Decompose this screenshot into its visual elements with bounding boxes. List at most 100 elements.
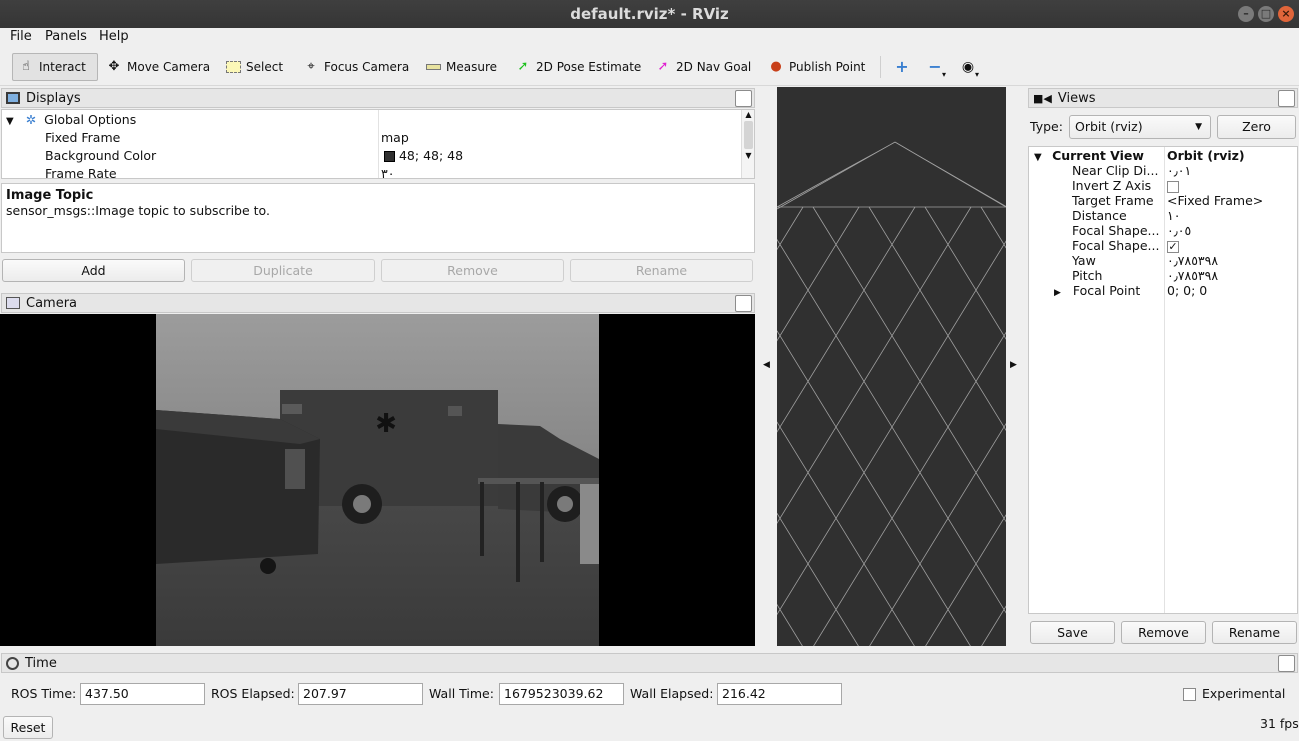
target-frame-value[interactable]: <Fixed Frame>: [1167, 192, 1263, 210]
remove-view-button[interactable]: Remove: [1121, 621, 1206, 644]
grid-line: [588, 206, 860, 648]
reset-button[interactable]: Reset: [3, 716, 53, 739]
render-3d-view[interactable]: [196, 87, 1299, 648]
menu-file[interactable]: File: [10, 29, 32, 44]
minimize-button[interactable]: –: [1238, 6, 1254, 22]
time-float-toggle[interactable]: [1278, 655, 1295, 672]
collapse-left-arrow-icon[interactable]: ◀: [763, 360, 770, 370]
camera-float-toggle[interactable]: [735, 295, 752, 312]
eye-icon: ◉: [961, 59, 975, 75]
column-divider: [378, 110, 379, 178]
column-divider: [1164, 147, 1165, 613]
grid-line: [532, 206, 804, 648]
ros-elapsed-field[interactable]: 207.97: [298, 683, 423, 705]
add-tool-button[interactable]: +: [889, 53, 915, 81]
focus-camera-tool-button[interactable]: ⌖ Focus Camera: [298, 53, 414, 81]
select-label: Select: [246, 60, 284, 74]
move-camera-tool-button[interactable]: ✥ Move Camera: [101, 53, 215, 81]
publish-point-label: Publish Point: [789, 60, 866, 74]
hand-pointer-icon: ☝: [22, 59, 30, 74]
views-title: Views: [1057, 90, 1096, 106]
add-display-button[interactable]: Add: [2, 259, 185, 282]
background-color-text: 48; 48; 48: [398, 148, 464, 163]
description-box: Image Topic sensor_msgs::Image topic to …: [1, 183, 755, 253]
fixed-frame-label: Fixed Frame: [45, 130, 121, 145]
grid-line: [980, 206, 1252, 648]
minus-icon: −: [928, 57, 942, 76]
view-type-value: Orbit (rviz): [1075, 119, 1143, 134]
remove-tool-button[interactable]: − ▾: [922, 53, 951, 81]
camera-title: Camera: [26, 295, 78, 311]
displays-tree: ▼ ✲ Global Options Fixed Frame map Backg…: [1, 109, 755, 179]
plus-icon: +: [895, 57, 909, 76]
duplicate-display-button[interactable]: Duplicate: [191, 259, 375, 282]
fixed-frame-value[interactable]: map: [381, 129, 409, 147]
focal-shape-fixed-checkbox[interactable]: ✓: [1167, 240, 1179, 253]
displays-scrollbar[interactable]: ▲ ▼: [741, 110, 754, 178]
type-label: Type:: [1030, 119, 1063, 134]
green-arrow-icon: ➚: [517, 59, 529, 74]
monitor-icon: [6, 92, 20, 104]
grid-line: [980, 206, 1252, 648]
ros-time-field[interactable]: 437.50: [80, 683, 205, 705]
focal-point-value[interactable]: 0; 0; 0: [1167, 282, 1207, 300]
wall-elapsed-field[interactable]: 216.42: [717, 683, 842, 705]
displays-float-toggle[interactable]: [735, 90, 752, 107]
camera-image-view[interactable]: ✱: [0, 314, 755, 646]
expand-right-arrow-icon[interactable]: ▶: [1054, 288, 1061, 298]
title-bar: default.rviz* - RViz: [0, 0, 1299, 28]
publish-point-tool-button[interactable]: ● Publish Point: [763, 53, 870, 81]
background-color-label: Background Color: [45, 148, 157, 163]
rename-view-button[interactable]: Rename: [1212, 621, 1297, 644]
displays-title: Displays: [26, 90, 81, 106]
pose-estimate-tool-button[interactable]: ➚ 2D Pose Estimate: [510, 53, 646, 81]
views-float-toggle[interactable]: [1278, 90, 1295, 107]
rename-display-button[interactable]: Rename: [570, 259, 753, 282]
select-tool-button[interactable]: Select: [220, 53, 288, 81]
interact-label: Interact: [39, 60, 86, 74]
current-view-label: Current View: [1052, 148, 1144, 163]
crosshair-icon: ⌖: [307, 59, 315, 74]
tool-properties-button[interactable]: ◉ ▾: [955, 53, 984, 81]
experimental-checkbox[interactable]: [1183, 688, 1196, 701]
description-title: Image Topic: [6, 188, 94, 203]
zero-button[interactable]: Zero: [1217, 115, 1296, 139]
wall-time-field[interactable]: 1679523039.62: [499, 683, 624, 705]
global-options-row[interactable]: ▼ ✲ Global Options: [6, 111, 136, 129]
color-swatch: [384, 151, 395, 162]
close-button[interactable]: ×: [1278, 6, 1294, 22]
measure-tool-button[interactable]: Measure: [420, 53, 502, 81]
grid-display: [196, 87, 1299, 648]
remove-display-button[interactable]: Remove: [381, 259, 564, 282]
move-camera-label: Move Camera: [127, 60, 211, 74]
nav-goal-tool-button[interactable]: ➚ 2D Nav Goal: [650, 53, 756, 81]
menu-help[interactable]: Help: [99, 29, 129, 44]
map-pin-icon: ●: [770, 59, 782, 74]
view-type-select[interactable]: Orbit (rviz) ▼: [1069, 115, 1211, 139]
wall-time-label: Wall Time:: [429, 686, 494, 701]
camera-panel-header: Camera: [1, 293, 755, 313]
frame-rate-value[interactable]: ٣٠: [381, 165, 394, 178]
save-view-button[interactable]: Save: [1030, 621, 1115, 644]
video-camera-icon: ■◀: [1033, 91, 1052, 105]
background-color-value[interactable]: 48; 48; 48: [384, 147, 463, 165]
description-text: sensor_msgs::Image topic to subscribe to…: [6, 203, 270, 218]
grid-line: [868, 206, 1140, 648]
menu-bar: File Panels Help: [0, 28, 1299, 48]
invert-z-checkbox[interactable]: [1167, 180, 1179, 193]
magenta-arrow-icon: ➚: [657, 59, 669, 74]
expand-arrow-icon[interactable]: ▼: [1034, 152, 1042, 163]
fps-counter: 31 fps: [1260, 716, 1299, 731]
displays-panel-header: Displays: [1, 88, 755, 108]
expand-arrow-icon[interactable]: ▼: [6, 116, 14, 127]
toolbar: ☝ Interact ✥ Move Camera Select ⌖ Focus …: [0, 48, 1299, 86]
menu-panels[interactable]: Panels: [45, 29, 87, 44]
collapse-right-arrow-icon[interactable]: ▶: [1010, 360, 1017, 370]
clock-icon: [6, 656, 19, 670]
focal-point-row[interactable]: ▶ Focal Point: [1054, 282, 1140, 300]
interact-tool-button[interactable]: ☝ Interact: [12, 53, 98, 81]
move-arrows-icon: ✥: [108, 59, 120, 74]
focal-point-label: Focal Point: [1072, 283, 1141, 298]
ros-elapsed-label: ROS Elapsed:: [211, 686, 295, 701]
maximize-button[interactable]: □: [1258, 6, 1274, 22]
